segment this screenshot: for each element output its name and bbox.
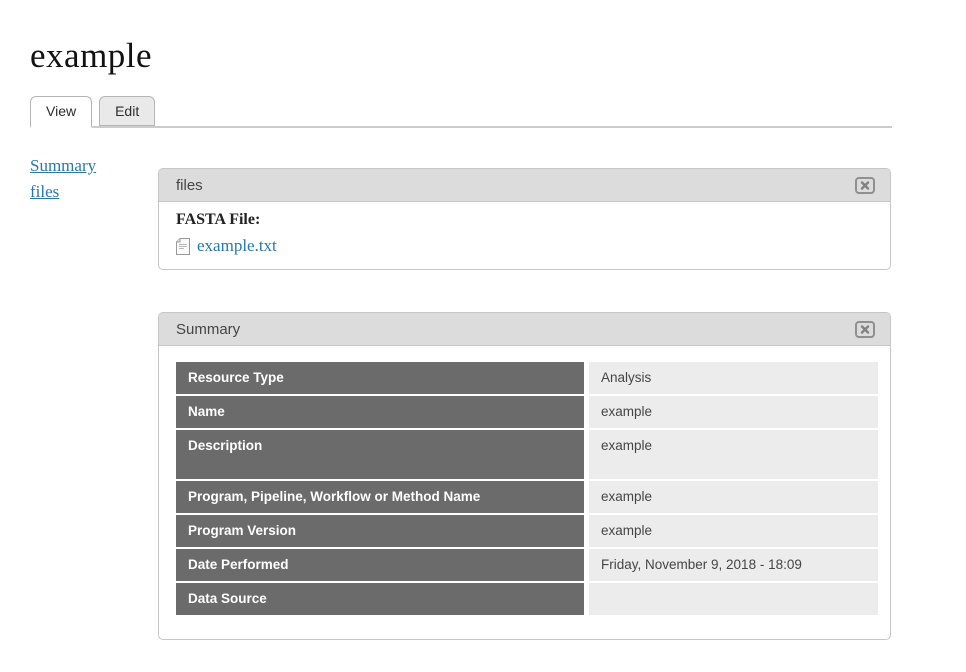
row-value: example xyxy=(589,396,878,428)
files-panel: files FASTA File: example.txt xyxy=(158,168,891,270)
tabs: View Edit xyxy=(30,96,162,128)
files-panel-body: FASTA File: example.txt xyxy=(159,202,890,270)
row-value: Friday, November 9, 2018 - 18:09 xyxy=(589,549,878,581)
row-label: Resource Type xyxy=(176,362,584,394)
table-row: Data Source xyxy=(176,583,878,615)
table-row: Program, Pipeline, Workflow or Method Na… xyxy=(176,481,878,513)
files-panel-title: files xyxy=(176,177,855,194)
tab-edit[interactable]: Edit xyxy=(99,96,155,126)
table-row: Resource Type Analysis xyxy=(176,362,878,394)
row-value: Analysis xyxy=(589,362,878,394)
document-icon xyxy=(176,238,191,255)
row-label: Program, Pipeline, Workflow or Method Na… xyxy=(176,481,584,513)
table-row: Program Version example xyxy=(176,515,878,547)
file-link[interactable]: example.txt xyxy=(197,236,277,256)
row-label: Date Performed xyxy=(176,549,584,581)
row-label: Description xyxy=(176,430,584,479)
row-value xyxy=(589,583,878,615)
page-title: example xyxy=(30,36,152,76)
row-label: Name xyxy=(176,396,584,428)
files-panel-header[interactable]: files xyxy=(159,169,890,202)
summary-panel-title: Summary xyxy=(176,321,855,338)
summary-panel-header[interactable]: Summary xyxy=(159,313,890,346)
summary-panel-body: Resource Type Analysis Name example Desc… xyxy=(159,346,890,640)
table-row: Description example xyxy=(176,430,878,479)
file-row: example.txt xyxy=(176,236,873,256)
row-value: example xyxy=(589,481,878,513)
close-icon[interactable] xyxy=(855,177,875,194)
sidebar-link-summary[interactable]: Summary xyxy=(30,153,150,179)
tab-view[interactable]: View xyxy=(30,96,92,128)
sidebar-link-files[interactable]: files xyxy=(30,179,150,205)
row-label: Data Source xyxy=(176,583,584,615)
summary-table: Resource Type Analysis Name example Desc… xyxy=(176,362,878,615)
row-value: example xyxy=(589,430,878,479)
summary-panel: Summary Resource Type Analysis Name exam… xyxy=(158,312,891,640)
sidebar: Summary files xyxy=(30,153,150,205)
table-row: Date Performed Friday, November 9, 2018 … xyxy=(176,549,878,581)
table-row: Name example xyxy=(176,396,878,428)
row-label: Program Version xyxy=(176,515,584,547)
close-icon[interactable] xyxy=(855,321,875,338)
fasta-file-label: FASTA File: xyxy=(176,209,873,231)
row-value: example xyxy=(589,515,878,547)
